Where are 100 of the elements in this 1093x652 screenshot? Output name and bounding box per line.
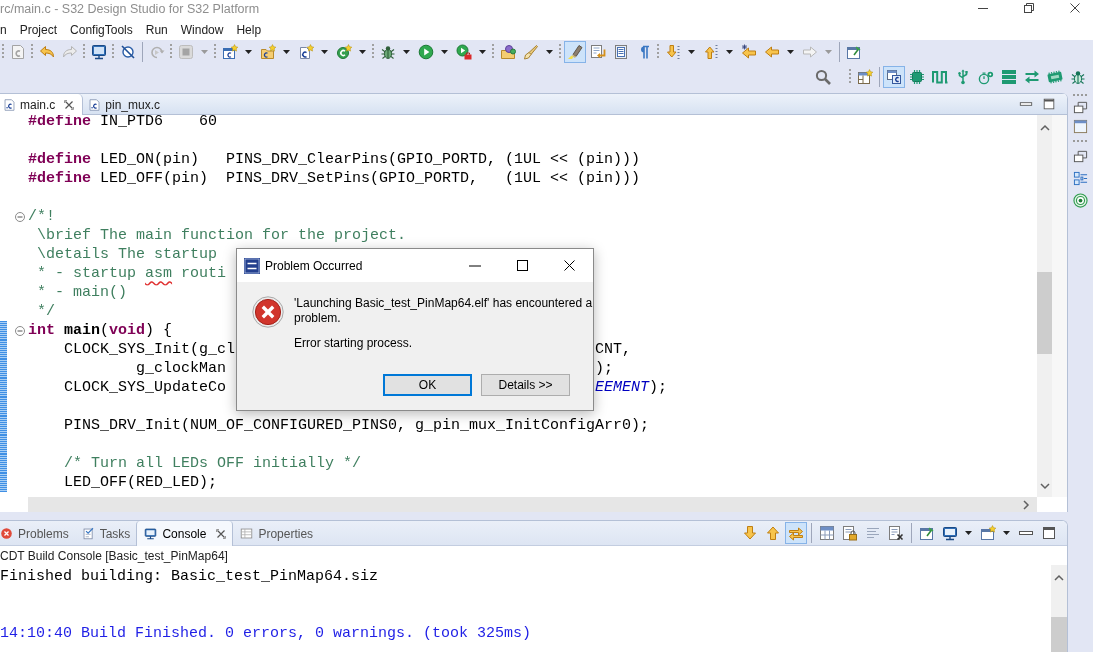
code-line: /* Turn all LEDs OFF initially */ (64, 455, 362, 472)
vertical-scrollbar[interactable] (1051, 565, 1067, 652)
chip-icon[interactable] (908, 69, 925, 85)
close-icon[interactable] (564, 260, 575, 271)
caret-icon[interactable] (726, 50, 733, 54)
chevron-right-icon[interactable] (1023, 499, 1030, 510)
menu-item[interactable]: ConfigTools (70, 23, 133, 37)
console-title: CDT Build Console [Basic_test_PinMap64] (0, 548, 228, 563)
menu-item[interactable]: Window (180, 23, 224, 37)
swap-arrows-icon[interactable] (784, 522, 807, 544)
highlighter-icon[interactable] (563, 41, 586, 63)
outline-icon[interactable] (1073, 170, 1088, 186)
close-icon[interactable] (1070, 3, 1080, 13)
pulse-wave-icon[interactable] (931, 69, 948, 85)
restore-icon[interactable] (1024, 3, 1034, 13)
maximize-icon[interactable] (1040, 525, 1057, 541)
scroll-thumb[interactable] (1037, 272, 1052, 354)
chevron-up-icon[interactable] (1054, 574, 1064, 581)
editor-tab[interactable]: main.c (0, 94, 84, 115)
down-arrow-icon[interactable] (664, 44, 681, 60)
target-icon[interactable] (1073, 192, 1088, 208)
caret-icon[interactable] (688, 50, 695, 54)
new-project-icon[interactable] (221, 44, 238, 60)
bug-icon[interactable] (379, 44, 396, 60)
code-line: CNT, (595, 341, 632, 358)
window-icon[interactable] (1073, 118, 1088, 134)
caret-icon[interactable] (403, 50, 410, 54)
bug-icon[interactable] (1069, 69, 1086, 85)
maximize-icon[interactable] (517, 260, 528, 271)
run-toolbox-icon[interactable] (455, 44, 472, 60)
menu-item[interactable]: Run (145, 23, 168, 37)
code-line: ); (595, 360, 614, 377)
document-lines-icon[interactable] (612, 44, 629, 60)
up-arrow-icon[interactable] (764, 525, 781, 541)
caret-icon[interactable] (546, 50, 553, 54)
monitor-icon[interactable] (90, 44, 107, 60)
timer-icon[interactable] (977, 69, 994, 85)
new-window-icon[interactable] (979, 525, 996, 541)
caret-icon[interactable] (787, 50, 794, 54)
window-icon[interactable] (918, 525, 935, 541)
down-arrow-icon[interactable] (741, 525, 758, 541)
document-arrow-icon[interactable] (589, 44, 606, 60)
caret-icon[interactable] (245, 50, 252, 54)
memory-module-icon[interactable] (1046, 69, 1063, 85)
editor-tab[interactable]: pin_mux.c (85, 94, 169, 115)
vertical-scrollbar[interactable] (1037, 115, 1052, 497)
stacked-bars-icon[interactable] (1000, 69, 1017, 85)
back-arrow-icon[interactable] (763, 44, 780, 60)
slashed-circle-icon[interactable] (119, 44, 136, 60)
new-folder-icon[interactable] (259, 44, 276, 60)
folder-icon[interactable] (499, 44, 516, 60)
up-arrow-icon[interactable] (702, 44, 719, 60)
panel-tab[interactable]: Console (136, 521, 234, 546)
caret-icon[interactable] (283, 50, 290, 54)
menu-item[interactable]: Help (236, 23, 262, 37)
code-line: #define LED_ON(pin) PINS_DRV_ClearPins(GPIO_PORTD, (1UL << (pin))) (28, 151, 641, 168)
run-icon[interactable] (417, 44, 434, 60)
monitor-icon[interactable] (941, 525, 958, 541)
swap-arrows-icon[interactable] (1023, 69, 1040, 85)
collapse-icon[interactable] (15, 211, 25, 222)
clear-document-icon[interactable] (887, 525, 904, 541)
menu-item[interactable]: n (0, 23, 7, 37)
code-line: LED_OFF(RED_LED); (64, 474, 218, 491)
new-window-icon[interactable] (856, 69, 873, 85)
code-line: /*! (28, 208, 55, 225)
window-icon[interactable] (845, 44, 862, 60)
locked-document-icon[interactable] (841, 525, 858, 541)
close-icon[interactable] (64, 99, 75, 110)
chevron-down-icon[interactable] (1039, 483, 1050, 490)
caret-icon[interactable] (359, 50, 366, 54)
caret-icon[interactable] (321, 50, 328, 54)
caret-icon[interactable] (479, 50, 486, 54)
dialog-button[interactable]: Details >> (481, 374, 570, 396)
error-detail: Error starting process. (294, 336, 414, 351)
c-window-icon[interactable] (882, 66, 905, 88)
restore-icon[interactable] (1073, 99, 1088, 115)
curved-arrow-icon[interactable] (38, 44, 55, 60)
close-icon[interactable] (216, 528, 227, 539)
caret-icon[interactable] (1003, 531, 1010, 535)
code-line: EEMENT); (595, 379, 668, 396)
table-icon[interactable] (818, 525, 835, 541)
panel-tab[interactable]: Properties (233, 521, 320, 546)
caret-icon[interactable] (965, 531, 972, 535)
back-arrow-icon[interactable] (740, 44, 757, 60)
scroll-thumb[interactable] (1051, 617, 1067, 652)
console-line: 14:10:40 Build Finished. 0 errors, 0 warnings. (took 325ms) (0, 625, 532, 642)
new-class-icon[interactable] (335, 44, 352, 60)
chevron-up-icon[interactable] (1039, 124, 1050, 131)
collapse-icon[interactable] (15, 325, 25, 336)
brush-icon[interactable] (522, 44, 539, 60)
restore-icon[interactable] (1073, 148, 1088, 164)
maximize-icon[interactable] (1042, 97, 1056, 111)
caret-icon[interactable] (441, 50, 448, 54)
search-icon[interactable] (814, 69, 831, 85)
dialog-button[interactable]: OK (383, 374, 472, 396)
horizontal-scrollbar[interactable] (28, 497, 1037, 512)
panel-tab[interactable]: Tasks (74, 521, 137, 546)
new-file-icon[interactable] (297, 44, 314, 60)
panel-tab[interactable]: Problems (0, 521, 75, 546)
menu-item[interactable]: Project (19, 23, 58, 37)
